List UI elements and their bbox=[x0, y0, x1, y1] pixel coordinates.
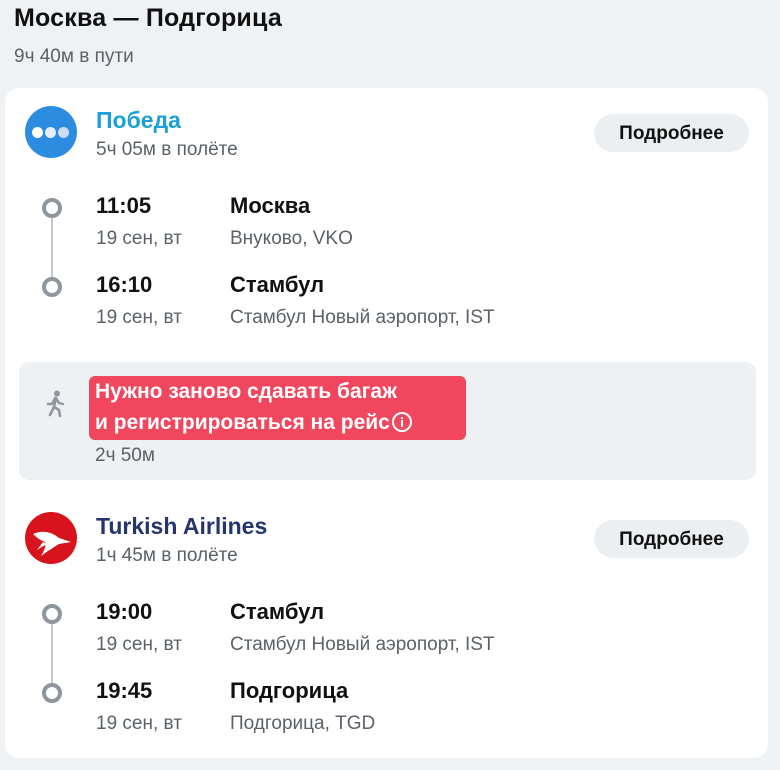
airline-name: Turkish Airlines bbox=[96, 513, 268, 539]
departure-city: Москва bbox=[230, 193, 311, 218]
route-title: Москва — Подгорица bbox=[14, 4, 282, 32]
flight-duration: 5ч 05м в полёте bbox=[96, 139, 238, 160]
itinerary-card: Победа 5ч 05м в полёте Подробнее 11:05 1… bbox=[5, 88, 768, 758]
departure-city: Стамбул bbox=[230, 599, 325, 624]
layover-duration: 2ч 50м bbox=[95, 445, 155, 466]
arrival-time: 19:45 bbox=[96, 678, 153, 703]
timeline-line bbox=[51, 206, 53, 286]
walking-person-icon bbox=[45, 390, 67, 423]
turkish-airlines-logo-icon bbox=[25, 512, 77, 564]
arrival-airport: Подгорица, TGD bbox=[230, 713, 376, 734]
rebooking-warning[interactable]: Нужно заново сдавать багаж и регистриров… bbox=[89, 376, 466, 440]
info-icon[interactable] bbox=[391, 412, 412, 432]
pobeda-logo-icon bbox=[25, 106, 77, 158]
arrival-city: Подгорица bbox=[230, 678, 349, 703]
airline-name: Победа bbox=[96, 107, 181, 133]
arrival-city: Стамбул bbox=[230, 272, 325, 297]
departure-time: 11:05 bbox=[96, 193, 152, 218]
arrival-date: 19 сен, вт bbox=[96, 307, 182, 328]
details-button[interactable]: Подробнее bbox=[594, 114, 749, 152]
transfer-block: Нужно заново сдавать багаж и регистриров… bbox=[19, 362, 756, 480]
warning-text-line1: Нужно заново сдавать багаж bbox=[95, 380, 397, 403]
arrival-airport: Стамбул Новый аэропорт, IST bbox=[230, 307, 495, 328]
arrival-dot-icon bbox=[42, 683, 62, 703]
timeline-line bbox=[51, 612, 53, 692]
details-button[interactable]: Подробнее bbox=[594, 520, 749, 558]
departure-dot-icon bbox=[42, 604, 62, 624]
departure-date: 19 сен, вт bbox=[96, 634, 182, 655]
departure-dot-icon bbox=[42, 198, 62, 218]
departure-time: 19:00 bbox=[96, 599, 153, 624]
flight-duration: 1ч 45м в полёте bbox=[96, 545, 238, 566]
warning-text-line2: и регистрироваться на рейс bbox=[95, 411, 390, 434]
arrival-dot-icon bbox=[42, 277, 62, 297]
total-duration: 9ч 40м в пути bbox=[14, 46, 134, 67]
arrival-date: 19 сен, вт bbox=[96, 713, 182, 734]
arrival-time: 16:10 bbox=[96, 272, 153, 297]
departure-date: 19 сен, вт bbox=[96, 228, 182, 249]
departure-airport: Стамбул Новый аэропорт, IST bbox=[230, 634, 495, 655]
departure-airport: Внуково, VKO bbox=[230, 228, 353, 249]
